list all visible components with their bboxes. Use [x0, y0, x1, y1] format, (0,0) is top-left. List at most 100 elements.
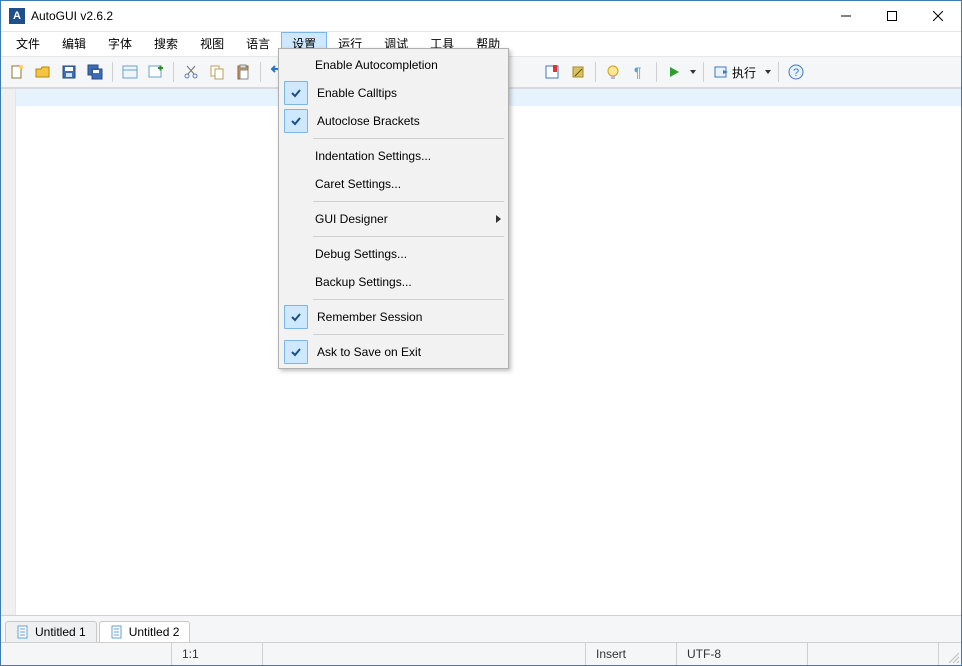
check-icon: [284, 81, 308, 105]
status-cell-extra: [808, 643, 939, 665]
status-position: 1:1: [172, 643, 263, 665]
document-icon: [16, 625, 30, 639]
tips-button[interactable]: [601, 60, 625, 84]
document-tab[interactable]: Untitled 1: [5, 621, 97, 642]
new-file-button[interactable]: [5, 60, 29, 84]
titlebar: A AutoGUI v2.6.2: [1, 1, 961, 32]
paste-button[interactable]: [231, 60, 255, 84]
help-button[interactable]: ?: [784, 60, 808, 84]
menu-item-label: Debug Settings...: [309, 247, 506, 261]
save-all-icon: [87, 64, 103, 80]
menu-separator: [313, 138, 504, 139]
menu-item-label: Remember Session: [311, 310, 506, 324]
window-split-button[interactable]: [118, 60, 142, 84]
maximize-icon: [887, 11, 897, 21]
pilcrow-icon: ¶: [631, 64, 647, 80]
menu-item-enable-autocompletion[interactable]: Enable Autocompletion: [281, 51, 506, 79]
menu-item-ask-to-save-on-exit[interactable]: Ask to Save on Exit: [281, 338, 506, 366]
paste-icon: [235, 64, 251, 80]
bookmark-icon: [544, 64, 560, 80]
help-icon: ?: [788, 64, 804, 80]
menu-搜索[interactable]: 搜索: [143, 32, 189, 56]
minimize-icon: [841, 11, 851, 21]
menu-item-label: Backup Settings...: [309, 275, 506, 289]
menu-item-debug-settings[interactable]: Debug Settings...: [281, 240, 506, 268]
settings-dropdown: Enable Autocompletion Enable Calltips Auto…: [278, 48, 509, 369]
menu-separator: [313, 201, 504, 202]
check-icon: [284, 305, 308, 329]
wand-button[interactable]: [566, 60, 590, 84]
menu-item-label: Autoclose Brackets: [311, 114, 506, 128]
menu-item-caret-settings[interactable]: Caret Settings...: [281, 170, 506, 198]
new-file-icon: [9, 64, 25, 80]
copy-icon: [209, 64, 225, 80]
app-icon: A: [9, 8, 25, 24]
maximize-button[interactable]: [869, 1, 915, 31]
svg-text:?: ?: [793, 67, 799, 79]
menu-item-label: Indentation Settings...: [309, 149, 506, 163]
check-icon: [284, 109, 308, 133]
menu-separator: [313, 299, 504, 300]
save-all-button[interactable]: [83, 60, 107, 84]
submenu-arrow-icon: [490, 215, 506, 223]
editor-gutter[interactable]: [1, 89, 16, 615]
wand-icon: [570, 64, 586, 80]
cut-button[interactable]: [179, 60, 203, 84]
new-window-icon: [148, 64, 164, 80]
menu-语言[interactable]: 语言: [235, 32, 281, 56]
execute-icon: [714, 64, 730, 80]
document-icon: [110, 625, 124, 639]
new-window-button[interactable]: [144, 60, 168, 84]
open-file-button[interactable]: [31, 60, 55, 84]
grip-icon: [947, 651, 959, 663]
menu-编辑[interactable]: 编辑: [51, 32, 97, 56]
svg-text:¶: ¶: [634, 64, 642, 80]
chevron-down-icon: [690, 70, 696, 74]
window: A AutoGUI v2.6.2 文件编辑字体搜索视图语言设置运行调试工具帮助: [0, 0, 962, 666]
pilcrow-button[interactable]: ¶: [627, 60, 651, 84]
menu-separator: [313, 334, 504, 335]
chevron-down-icon: [765, 70, 771, 74]
lightbulb-icon: [605, 64, 621, 80]
menu-item-enable-calltips[interactable]: Enable Calltips: [281, 79, 506, 107]
menu-item-backup-settings[interactable]: Backup Settings...: [281, 268, 506, 296]
menu-item-label: Ask to Save on Exit: [311, 345, 506, 359]
save-button[interactable]: [57, 60, 81, 84]
close-button[interactable]: [915, 1, 961, 31]
document-tabs: Untitled 1 Untitled 2: [1, 615, 961, 642]
menu-item-indentation-settings[interactable]: Indentation Settings...: [281, 142, 506, 170]
menu-separator: [313, 236, 504, 237]
statusbar: 1:1 Insert UTF-8: [1, 642, 961, 665]
execute-label: 执行: [732, 64, 756, 81]
run-button[interactable]: [662, 60, 686, 84]
menu-视图[interactable]: 视图: [189, 32, 235, 56]
resize-grip[interactable]: [939, 643, 961, 665]
menu-字体[interactable]: 字体: [97, 32, 143, 56]
window-title: AutoGUI v2.6.2: [31, 9, 113, 23]
copy-button[interactable]: [205, 60, 229, 84]
status-encoding: UTF-8: [677, 643, 808, 665]
menu-item-label: Enable Autocompletion: [309, 58, 506, 72]
menu-item-label: Enable Calltips: [311, 86, 506, 100]
close-icon: [933, 11, 943, 21]
save-icon: [61, 64, 77, 80]
status-insert-mode: Insert: [586, 643, 677, 665]
check-icon: [284, 340, 308, 364]
execute-button[interactable]: 执行: [709, 60, 761, 84]
document-tab-label: Untitled 1: [35, 625, 86, 639]
layout-icon: [122, 64, 138, 80]
menu-item-autoclose-brackets[interactable]: Autoclose Brackets: [281, 107, 506, 135]
menu-item-remember-session[interactable]: Remember Session: [281, 303, 506, 331]
play-icon: [667, 65, 681, 79]
menu-item-gui-designer[interactable]: GUI Designer: [281, 205, 506, 233]
folder-open-icon: [35, 64, 51, 80]
run-dropdown[interactable]: [688, 70, 698, 74]
bookmark-button[interactable]: [540, 60, 564, 84]
menu-item-label: Caret Settings...: [309, 177, 506, 191]
document-tab[interactable]: Untitled 2: [99, 621, 191, 642]
status-cell-blank: [1, 643, 172, 665]
minimize-button[interactable]: [823, 1, 869, 31]
menu-文件[interactable]: 文件: [5, 32, 51, 56]
execute-dropdown[interactable]: [763, 70, 773, 74]
menu-item-label: GUI Designer: [309, 212, 490, 226]
